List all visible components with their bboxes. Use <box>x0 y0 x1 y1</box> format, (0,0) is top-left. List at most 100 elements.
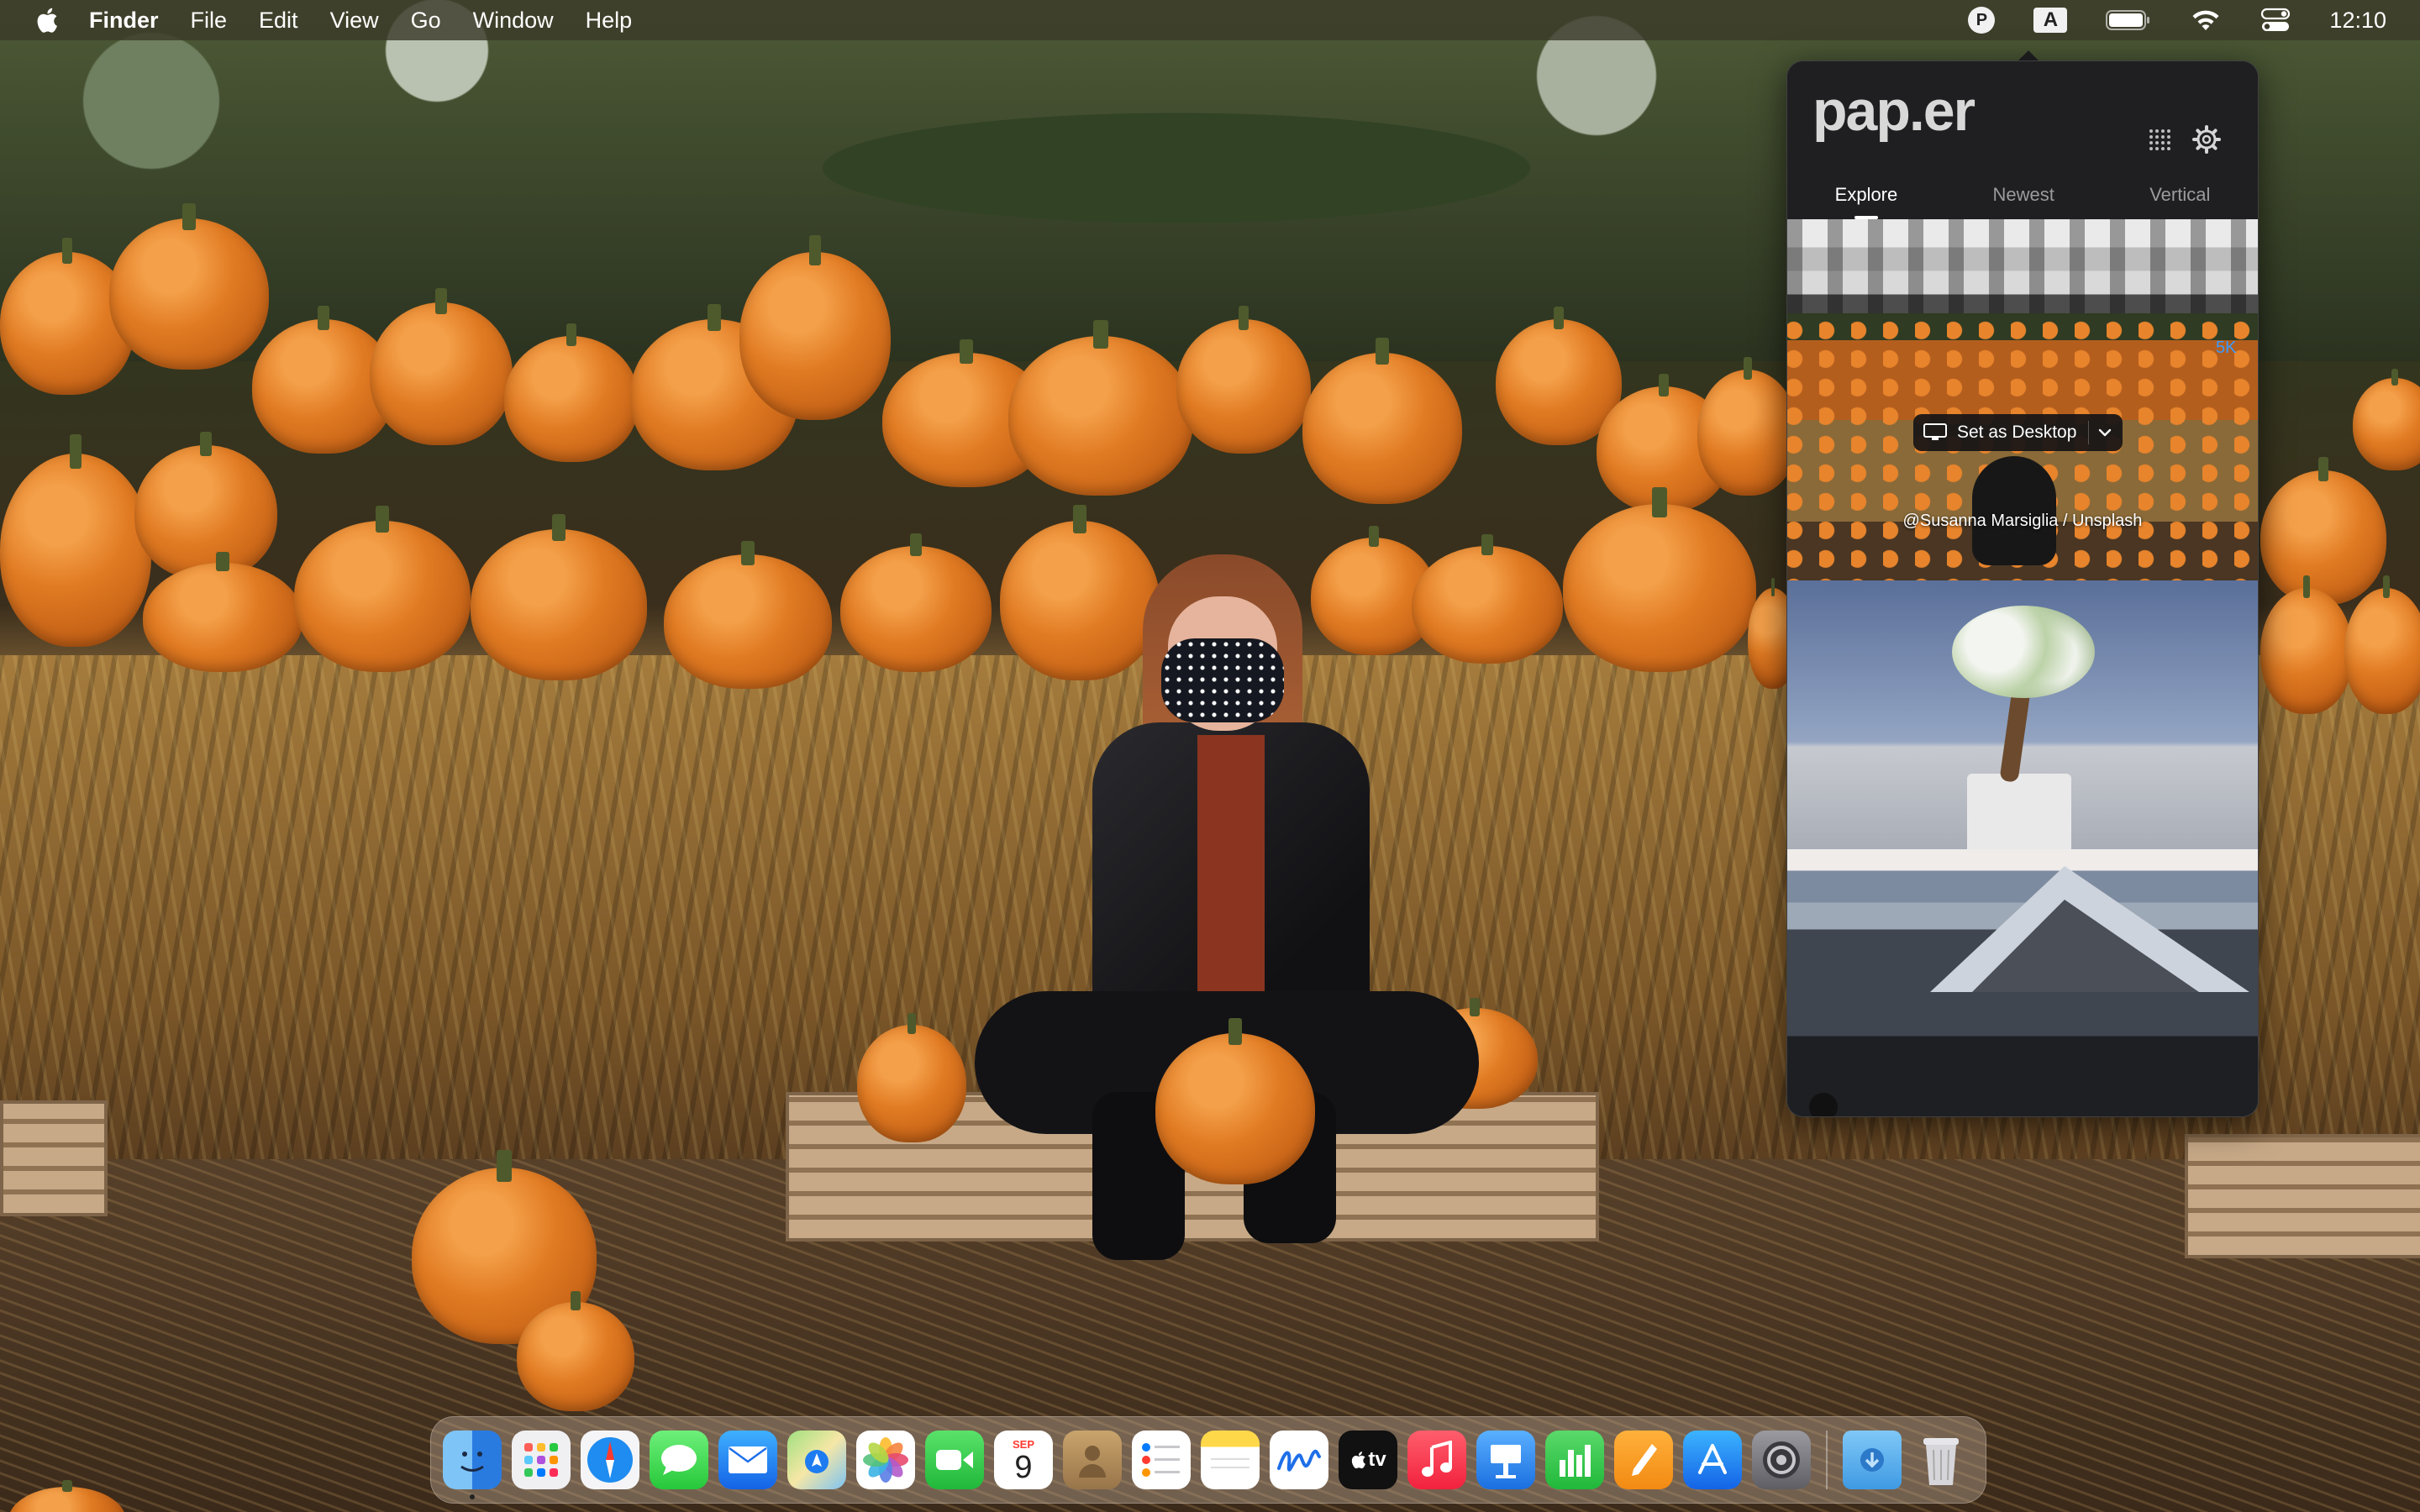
wallpaper-thumb-building[interactable] <box>1787 219 2258 313</box>
photos-icon[interactable] <box>856 1431 915 1489</box>
finder-icon[interactable] <box>443 1431 502 1499</box>
wallpaper-thumb-volcano[interactable] <box>1787 849 2258 1116</box>
wallpaper-pumpkin <box>1176 306 1311 454</box>
menu-go[interactable]: Go <box>411 8 441 34</box>
safari-icon[interactable] <box>581 1431 639 1489</box>
wallpaper-pumpkin <box>664 541 832 689</box>
lined-paper-icon <box>1211 1458 1249 1468</box>
wallpaper-pumpkin <box>504 323 639 462</box>
tv-icon[interactable]: tv <box>1339 1431 1397 1489</box>
menu-help[interactable]: Help <box>586 8 633 34</box>
battery-icon[interactable] <box>2106 9 2151 31</box>
wallpaper-pumpkin <box>1302 338 1462 504</box>
button-divider <box>2088 421 2090 444</box>
pen-icon <box>1632 1444 1657 1476</box>
wallpaper-person <box>975 554 1546 1310</box>
pages-icon[interactable] <box>1614 1431 1673 1489</box>
wallpaper-pumpkin <box>840 533 992 672</box>
app-store-icon[interactable] <box>1683 1431 1742 1489</box>
paper-header: pap.er Explore Newest Vertical <box>1787 61 2258 219</box>
menubar-clock[interactable]: 12:10 <box>2329 8 2386 34</box>
compass-icon <box>587 1437 633 1483</box>
wallpaper-pumpkin <box>134 432 277 580</box>
photos-flower-icon <box>863 1437 908 1483</box>
contacts-icon[interactable] <box>1063 1431 1122 1489</box>
wallpaper-pumpkin <box>471 514 647 680</box>
wallpaper-pumpkin <box>294 506 471 672</box>
mail-icon[interactable] <box>718 1431 777 1489</box>
set-as-desktop-label: Set as Desktop <box>1957 423 2077 442</box>
wallpaper-pumpkin <box>2260 457 2386 605</box>
calendar-day: 9 <box>1014 1449 1033 1485</box>
maps-icon[interactable] <box>787 1431 846 1489</box>
wallpaper-pumpkin <box>0 434 151 647</box>
menu-view[interactable]: View <box>330 8 379 34</box>
downloads-folder-icon[interactable] <box>1843 1431 1902 1489</box>
menu-app-name[interactable]: Finder <box>89 8 159 34</box>
paper-tab-bar: Explore Newest Vertical <box>1787 179 2258 219</box>
podium-icon <box>1491 1445 1521 1478</box>
wallpaper-thumb-pumpkins[interactable]: 5K Set as Desktop @Susanna Marsiglia / U… <box>1787 313 2258 580</box>
menu-file[interactable]: File <box>191 8 228 34</box>
wallpaper-held-pumpkin <box>1155 1018 1315 1184</box>
dot-grid-icon[interactable] <box>2147 127 2172 152</box>
wifi-icon[interactable] <box>2190 8 2222 33</box>
map-pin-icon <box>805 1450 829 1473</box>
tab-newest[interactable]: Newest <box>1993 179 2054 218</box>
bar-chart-icon <box>1560 1445 1591 1477</box>
gear-icon[interactable] <box>2192 125 2221 154</box>
video-camera-icon <box>936 1450 973 1470</box>
wallpaper-pallet <box>0 1100 108 1216</box>
chevron-down-icon[interactable] <box>2097 427 2112 438</box>
music-icon[interactable] <box>1407 1431 1466 1489</box>
menu-window[interactable]: Window <box>473 8 554 34</box>
input-source-icon[interactable]: A <box>2033 8 2068 33</box>
wallpaper-pallet <box>2185 1134 2420 1258</box>
tab-explore[interactable]: Explore <box>1835 179 1897 219</box>
facetime-icon[interactable] <box>925 1431 984 1489</box>
paper-menubar-icon[interactable]: P <box>1968 7 1996 34</box>
set-as-desktop-button[interactable]: Set as Desktop <box>1913 414 2123 451</box>
trash-can-icon <box>1923 1438 1959 1485</box>
music-note-icon <box>1422 1441 1452 1477</box>
notes-icon[interactable] <box>1201 1431 1260 1489</box>
app-store-a-icon <box>1698 1444 1727 1474</box>
thumb-person <box>1972 456 2056 565</box>
launchpad-icon[interactable] <box>512 1431 571 1489</box>
wallpaper-thumb-bonsai[interactable] <box>1787 580 2258 849</box>
wallpaper-pumpkin <box>517 1291 634 1411</box>
tv-label: tv <box>1368 1448 1386 1471</box>
trash-icon[interactable] <box>1912 1431 1970 1489</box>
wallpaper-pumpkin <box>1008 320 1193 496</box>
photo-credit[interactable]: @Susanna Marsiglia / Unsplash <box>1787 512 2258 531</box>
wallpaper-pumpkin <box>370 288 513 445</box>
freeform-icon[interactable] <box>1270 1431 1328 1489</box>
calendar-month: SEP <box>1012 1437 1034 1451</box>
wallpaper-pumpkin <box>857 1013 966 1142</box>
tab-vertical[interactable]: Vertical <box>2149 179 2210 218</box>
launchpad-grid-icon <box>524 1443 558 1477</box>
reminders-icon[interactable] <box>1132 1431 1191 1489</box>
dock: SEP 9 tv <box>430 1416 1986 1504</box>
status-area: P A 12:10 <box>1968 0 2420 40</box>
speech-bubble-icon <box>661 1445 697 1475</box>
calendar-icon[interactable]: SEP 9 <box>994 1431 1053 1489</box>
apple-logo-icon <box>1352 1452 1366 1469</box>
numbers-icon[interactable] <box>1545 1431 1604 1489</box>
system-settings-icon[interactable] <box>1752 1431 1811 1489</box>
thumb-hiker <box>1809 1093 1838 1116</box>
envelope-icon <box>729 1446 767 1473</box>
finder-face-icon <box>460 1452 484 1472</box>
wallpaper-pumpkin <box>1563 487 1756 672</box>
control-center-icon[interactable] <box>2260 8 2291 33</box>
messages-icon[interactable] <box>650 1431 708 1489</box>
settings-gear-icon <box>1763 1441 1800 1478</box>
paper-popover: pap.er Explore Newest Vertical 5K Set as… <box>1786 60 2259 1117</box>
wallpaper-pumpkin <box>109 203 269 370</box>
menu-edit[interactable]: Edit <box>259 8 298 34</box>
keynote-icon[interactable] <box>1476 1431 1535 1489</box>
display-icon <box>1923 423 1947 440</box>
apple-menu-icon[interactable] <box>34 6 59 34</box>
paper-logo: pap.er <box>1812 79 1975 143</box>
wallpaper-pumpkin <box>739 235 891 420</box>
